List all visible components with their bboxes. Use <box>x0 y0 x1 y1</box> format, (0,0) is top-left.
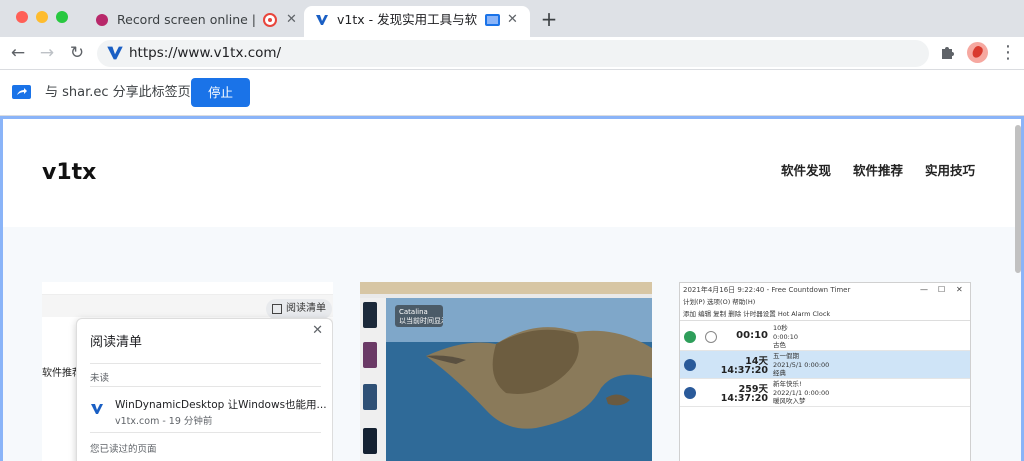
timer-info: 新年快乐! 2022/1/1 0:00:00 暖风吹入梦 <box>773 380 829 406</box>
share-favicon-icon <box>96 14 108 26</box>
close-tab-icon[interactable]: ✕ <box>286 6 297 34</box>
article-card-wallpaper[interactable]: Catalina 以当前时间显示(2/3) <box>360 282 652 461</box>
tab-title: Record screen online | Shar <box>117 12 257 27</box>
tab-record-screen[interactable]: Record screen online | Shar ✕ <box>84 6 304 37</box>
timer-info-line: 2021/5/1 0:00:00 <box>773 360 830 369</box>
article-card-countdown[interactable]: 2021年4月16日 9:22:40 - Free Countdown Time… <box>679 282 971 461</box>
address-bar[interactable]: https://www.v1tx.com/ <box>97 40 929 67</box>
reading-list-popup: 阅读清单 ✕ 未读 WinDynamicDesktop 让Windows也能用.… <box>76 318 333 461</box>
timer-time: 00:10 <box>736 330 768 341</box>
divider <box>90 363 321 364</box>
wallpaper-thumb <box>363 384 377 410</box>
timer-toolbar: 添加 编辑 复制 删除 计时器设置 Hot Alarm Clock <box>680 307 970 321</box>
wallpaper-thumbnail-list <box>360 298 386 461</box>
reading-list-label: 阅读清单 <box>286 303 326 314</box>
browser-menu-button[interactable]: ⋮ <box>999 41 1017 65</box>
timer-row: 14天 14:37:20 五一假期 2021/5/1 0:00:00 经典 <box>680 351 970 379</box>
minimize-icon: — <box>920 285 928 294</box>
tab-title: v1tx - 发现实用工具与软件 <box>337 12 477 27</box>
screen-share-icon <box>485 14 500 26</box>
wallpaper-label: Catalina 以当前时间显示(2/3) <box>395 305 443 327</box>
nav-software-discovery[interactable]: 软件发现 <box>781 161 831 181</box>
profile-avatar[interactable] <box>967 42 988 63</box>
timer-info: 五一假期 2021/5/1 0:00:00 经典 <box>773 352 829 378</box>
timer-info-line: 2022/1/1 0:00:00 <box>773 388 830 397</box>
zoom-window-button[interactable] <box>56 11 68 23</box>
close-tab-icon[interactable]: ✕ <box>507 6 518 34</box>
close-icon: ✕ <box>312 323 323 338</box>
url-text: https://www.v1tx.com/ <box>129 45 282 61</box>
timer-info-line: 经典 <box>773 369 786 377</box>
back-button[interactable]: ← <box>6 41 30 65</box>
reading-item-title: WinDynamicDesktop 让Windows也能用... <box>115 399 327 411</box>
read-heading: 您已读过的页面 <box>90 444 157 455</box>
forward-button[interactable]: → <box>35 41 59 65</box>
close-window-button[interactable] <box>16 11 28 23</box>
reset-icon <box>705 331 717 343</box>
v1tx-favicon-icon <box>107 46 123 60</box>
timer-info: 10秒 0:00:10 古色 <box>773 324 798 350</box>
site-header: v1tx 软件发现 软件推荐 实用技巧 <box>3 119 1021 227</box>
pause-icon <box>684 387 696 399</box>
tab-strip: Record screen online | Shar ✕ v1tx - 发现实… <box>0 0 1024 37</box>
timer-info-line: 10秒 <box>773 324 788 332</box>
stop-sharing-button[interactable]: 停止 <box>191 78 250 107</box>
timer-row: 00:10 10秒 0:00:10 古色 <box>680 323 970 351</box>
wallpaper-label-title: Catalina <box>399 308 428 316</box>
maximize-icon: ☐ <box>938 285 946 294</box>
puzzle-icon[interactable] <box>940 44 956 60</box>
reading-item-meta: v1tx.com - 19 分钟前 <box>115 416 213 427</box>
new-tab-button[interactable]: + <box>539 6 559 32</box>
divider <box>90 386 321 387</box>
thumbnail-top-strip <box>360 282 652 294</box>
article-card-reading-list[interactable]: 阅读清单 软件推荐 阅读清单 ✕ 未读 WinDynamicDesktop 让W… <box>42 282 333 461</box>
site-logo[interactable]: v1tx <box>42 158 96 188</box>
tab-share-infobar: 与 shar.ec 分享此标签页 停止 <box>0 70 1024 116</box>
v1tx-favicon-icon <box>316 15 328 25</box>
tab-v1tx[interactable]: v1tx - 发现实用工具与软件 ✕ <box>304 6 530 37</box>
recording-icon <box>263 13 277 27</box>
timer-row: 259天 14:37:20 新年快乐! 2022/1/1 0:00:00 暖风吹… <box>680 379 970 407</box>
wallpaper-label-sub: 以当前时间显示(2/3) <box>399 317 443 325</box>
share-tab-icon <box>12 85 31 99</box>
close-icon: ✕ <box>956 285 963 294</box>
reload-button[interactable]: ↻ <box>65 41 89 65</box>
play-icon <box>684 331 696 343</box>
minimize-window-button[interactable] <box>36 11 48 23</box>
timer-menu: 计划(P) 选项(O) 帮助(H) <box>683 298 756 306</box>
unread-heading: 未读 <box>90 373 110 384</box>
popup-title: 阅读清单 <box>90 335 143 350</box>
reading-list-icon <box>272 304 282 314</box>
timer-info-line: 暖风吹入梦 <box>773 397 806 405</box>
timer-time: 14:37:20 <box>720 393 768 404</box>
browser-toolbar: ← → ↻ https://www.v1tx.com/ ⋮ <box>0 37 1024 70</box>
scrollbar-thumb[interactable] <box>1015 125 1021 273</box>
timer-info-line: 古色 <box>773 341 786 349</box>
wallpaper-thumb <box>363 342 377 368</box>
wallpaper-thumb <box>363 428 377 454</box>
nav-software-recommend[interactable]: 软件推荐 <box>853 161 903 181</box>
page-viewport: v1tx 软件发现 软件推荐 实用技巧 阅读清单 软件推荐 阅读清单 ✕ 未读 … <box>0 116 1024 461</box>
timer-time: 14:37:20 <box>720 365 768 376</box>
wallpaper-thumb <box>363 302 377 328</box>
divider <box>90 432 321 433</box>
timer-info-line: 0:00:10 <box>773 332 799 341</box>
site-nav: 软件发现 软件推荐 实用技巧 <box>781 161 975 181</box>
nav-tips[interactable]: 实用技巧 <box>925 161 975 181</box>
pause-icon <box>684 359 696 371</box>
thumbnail-chrome-bar <box>42 282 333 295</box>
v1tx-favicon-icon <box>91 404 103 414</box>
share-message: 与 shar.ec 分享此标签页 <box>45 85 191 100</box>
timer-info-line: 新年快乐! <box>773 380 802 388</box>
timer-info-line: 五一假期 <box>773 352 799 360</box>
reading-list-button: 阅读清单 <box>266 299 332 319</box>
